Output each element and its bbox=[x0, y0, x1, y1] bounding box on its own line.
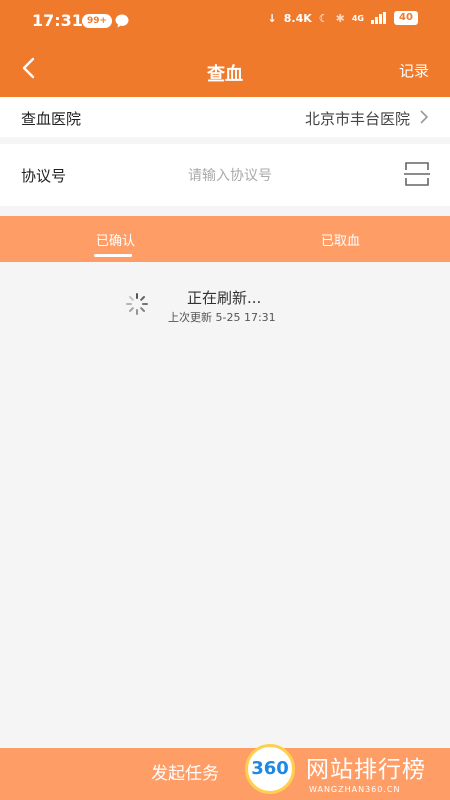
message-icon bbox=[115, 14, 129, 28]
status-time: 17:31 bbox=[32, 11, 83, 30]
refresh-title: 正在刷新... bbox=[187, 289, 262, 307]
top-bar: 17:31 99+ ↓ 8.4K ☾ ✱ 4G 40 查血 记录 bbox=[0, 0, 450, 97]
battery-indicator: 40 bbox=[394, 11, 418, 25]
notification-badge: 99+ bbox=[82, 14, 112, 28]
hospital-label: 查血医院 bbox=[21, 110, 82, 128]
watermark-url: WANGZHAN360.CN bbox=[309, 785, 401, 794]
watermark-logo: 360 bbox=[245, 744, 295, 794]
record-button[interactable]: 记录 bbox=[399, 60, 429, 81]
chevron-right-icon bbox=[420, 110, 429, 124]
status-bar: 17:31 99+ ↓ 8.4K ☾ ✱ 4G 40 bbox=[0, 0, 450, 40]
bluetooth-icon: ✱ bbox=[335, 11, 345, 25]
protocol-input[interactable] bbox=[186, 162, 380, 190]
tab-blood-taken-label: 已取血 bbox=[321, 234, 361, 249]
hospital-value: 北京市丰台医院 bbox=[304, 110, 410, 128]
refresh-subtitle: 上次更新 5-25 17:31 bbox=[168, 311, 276, 324]
start-task-label: 发起任务 bbox=[151, 764, 219, 784]
hospital-row[interactable]: 查血医院 北京市丰台医院 bbox=[0, 97, 450, 137]
moon-icon: ☾ bbox=[318, 11, 329, 25]
watermark-text: 网站排行榜 bbox=[306, 757, 426, 783]
list-content[interactable]: 正在刷新... 上次更新 5-25 17:31 bbox=[0, 262, 450, 748]
tab-active-indicator bbox=[94, 254, 132, 257]
page-title: 查血 bbox=[207, 64, 243, 85]
tab-confirmed[interactable]: 已确认 bbox=[94, 230, 136, 257]
net-speed: 8.4K bbox=[283, 11, 312, 25]
status-right: ↓ 8.4K ☾ ✱ 4G 40 bbox=[268, 11, 418, 25]
tab-confirmed-label: 已确认 bbox=[96, 234, 136, 249]
protocol-label: 协议号 bbox=[21, 167, 67, 185]
network-type: 4G bbox=[351, 13, 364, 23]
scan-icon[interactable] bbox=[404, 161, 430, 187]
tab-blood-taken[interactable]: 已取血 bbox=[321, 230, 360, 249]
nav-bar: 查血 记录 bbox=[0, 40, 450, 97]
protocol-row: 协议号 bbox=[0, 144, 450, 206]
tab-bar: 已确认 已取血 bbox=[0, 216, 450, 262]
net-speed-icon: ↓ bbox=[267, 11, 277, 25]
loading-spinner-icon bbox=[126, 293, 148, 315]
signal-icon bbox=[371, 12, 386, 24]
